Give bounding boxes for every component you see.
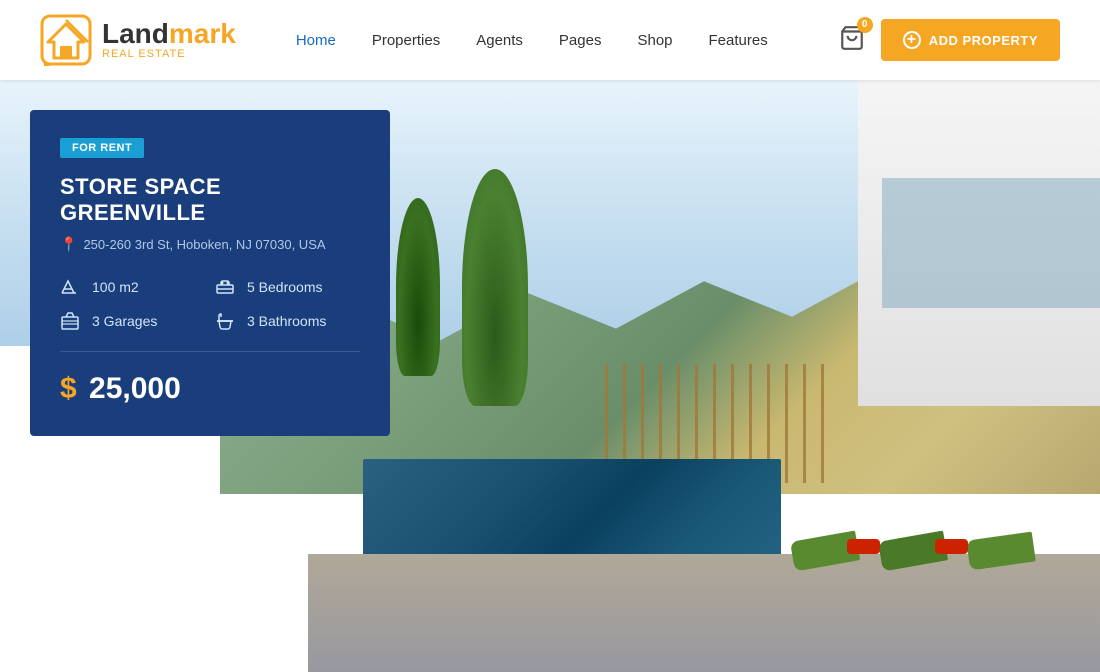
feature-bathrooms: 3 Bathrooms xyxy=(215,311,360,331)
address-text: 250-260 3rd St, Hoboken, NJ 07030, USA xyxy=(83,237,325,252)
main-nav: Home Properties Agents Pages Shop Featur… xyxy=(296,32,839,49)
logo-text: Landmark Real Estate xyxy=(102,20,236,60)
logo-subtitle: Real Estate xyxy=(102,48,236,60)
feature-bedrooms: 5 Bedrooms xyxy=(215,277,360,297)
pin-icon: 📍 xyxy=(60,236,77,253)
property-address: 📍 250-260 3rd St, Hoboken, NJ 07030, USA xyxy=(60,236,360,253)
add-property-button[interactable]: + ADD PROPERTY xyxy=(881,19,1060,61)
cart-button[interactable]: 0 xyxy=(839,25,865,56)
price-divider xyxy=(60,351,360,352)
building-right-bg xyxy=(858,80,1100,406)
bath-icon xyxy=(215,311,237,331)
bed-icon xyxy=(215,277,237,297)
chair-red2-bg xyxy=(935,539,968,554)
logo-icon xyxy=(40,14,92,66)
header-right: 0 + ADD PROPERTY xyxy=(839,19,1060,61)
area-icon xyxy=(60,277,82,297)
feature-area: 100 m2 xyxy=(60,277,205,297)
logo[interactable]: Landmark Real Estate xyxy=(40,14,236,66)
nav-home[interactable]: Home xyxy=(296,32,336,49)
cart-badge: 0 xyxy=(857,17,873,33)
add-property-label: ADD PROPERTY xyxy=(929,33,1038,48)
for-rent-badge: FOR RENT xyxy=(60,138,144,158)
feature-area-label: 100 m2 xyxy=(92,279,139,295)
feature-bedrooms-label: 5 Bedrooms xyxy=(247,279,322,295)
feature-garages: 3 Garages xyxy=(60,311,205,331)
property-title: STORE SPACE GREENVILLE xyxy=(60,174,360,226)
feature-garages-label: 3 Garages xyxy=(92,313,157,329)
nav-properties[interactable]: Properties xyxy=(372,32,440,49)
header: Landmark Real Estate Home Properties Age… xyxy=(0,0,1100,80)
nav-agents[interactable]: Agents xyxy=(476,32,523,49)
chair-red1-bg xyxy=(847,539,880,554)
tree1-bg xyxy=(462,169,528,406)
plus-icon: + xyxy=(903,31,921,49)
building-window xyxy=(882,178,1100,308)
nav-pages[interactable]: Pages xyxy=(559,32,602,49)
tree2-bg xyxy=(396,198,440,376)
price-symbol: $ xyxy=(60,372,77,405)
property-price: $ 25,000 xyxy=(60,372,360,406)
property-features: 100 m2 5 Bedrooms xyxy=(60,277,360,331)
hero-section: FOR RENT STORE SPACE GREENVILLE 📍 250-26… xyxy=(0,80,1100,672)
logo-mark: mark xyxy=(169,18,236,49)
logo-land: Land xyxy=(102,18,169,49)
garage-icon xyxy=(60,311,82,331)
deck-bg xyxy=(308,554,1100,672)
feature-bathrooms-label: 3 Bathrooms xyxy=(247,313,326,329)
nav-shop[interactable]: Shop xyxy=(637,32,672,49)
price-value: 25,000 xyxy=(89,372,181,405)
nav-features[interactable]: Features xyxy=(709,32,768,49)
property-card: FOR RENT STORE SPACE GREENVILLE 📍 250-26… xyxy=(30,110,390,436)
